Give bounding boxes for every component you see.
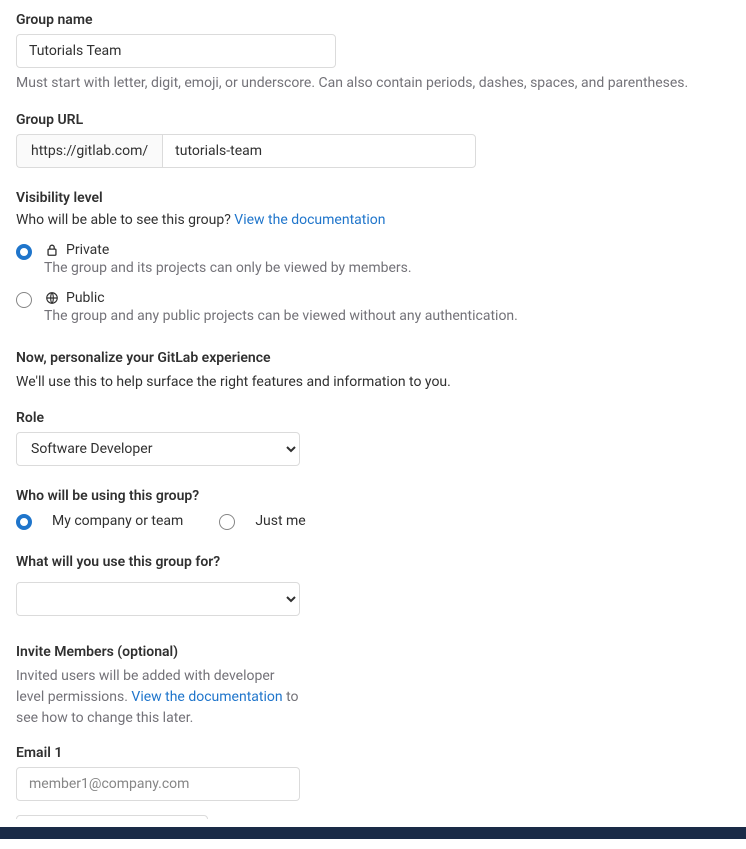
lock-icon (44, 242, 60, 258)
use-for-select[interactable] (16, 582, 300, 616)
radio-justme[interactable] (219, 514, 235, 530)
group-name-input[interactable] (16, 34, 336, 68)
group-url-input[interactable] (162, 134, 476, 168)
email-1-input[interactable] (16, 767, 300, 801)
visibility-private-desc: The group and its projects can only be v… (44, 260, 730, 276)
radio-company[interactable] (16, 514, 32, 530)
who-using-justme-label: Just me (255, 513, 305, 529)
use-for-label: What will you use this group for? (16, 554, 730, 570)
group-url-prefix: https://gitlab.com/ (16, 134, 162, 168)
radio-private[interactable] (16, 244, 32, 260)
group-name-label: Group name (16, 12, 730, 28)
personalize-sub: We'll use this to help surface the right… (16, 374, 730, 390)
visibility-question: Who will be able to see this group? View… (16, 212, 730, 228)
group-url-label: Group URL (16, 112, 730, 128)
invite-help: Invited users will be added with develop… (16, 666, 306, 729)
who-using-justme[interactable]: Just me (219, 512, 305, 530)
visibility-public-title: Public (66, 290, 105, 306)
personalize-heading: Now, personalize your GitLab experience (16, 350, 730, 366)
who-using-company[interactable]: My company or team (16, 512, 183, 530)
email-1-label: Email 1 (16, 745, 730, 761)
radio-public[interactable] (16, 292, 32, 308)
visibility-label: Visibility level (16, 190, 730, 206)
visibility-option-private[interactable]: Private The group and its projects can o… (16, 242, 730, 276)
visibility-public-desc: The group and any public projects can be… (44, 308, 730, 324)
visibility-doc-link[interactable]: View the documentation (234, 212, 385, 228)
role-select[interactable]: Software Developer (16, 432, 300, 466)
visibility-private-title: Private (66, 242, 109, 258)
invite-another-button[interactable]: Invite another member (16, 815, 208, 819)
group-name-help: Must start with letter, digit, emoji, or… (16, 74, 730, 94)
invite-heading: Invite Members (optional) (16, 644, 730, 660)
globe-icon (44, 290, 60, 306)
visibility-option-public[interactable]: Public The group and any public projects… (16, 290, 730, 324)
who-using-company-label: My company or team (52, 513, 183, 529)
invite-doc-link[interactable]: View the documentation (131, 689, 282, 705)
who-using-label: Who will be using this group? (16, 488, 730, 504)
role-label: Role (16, 410, 730, 426)
taskbar (0, 827, 746, 839)
